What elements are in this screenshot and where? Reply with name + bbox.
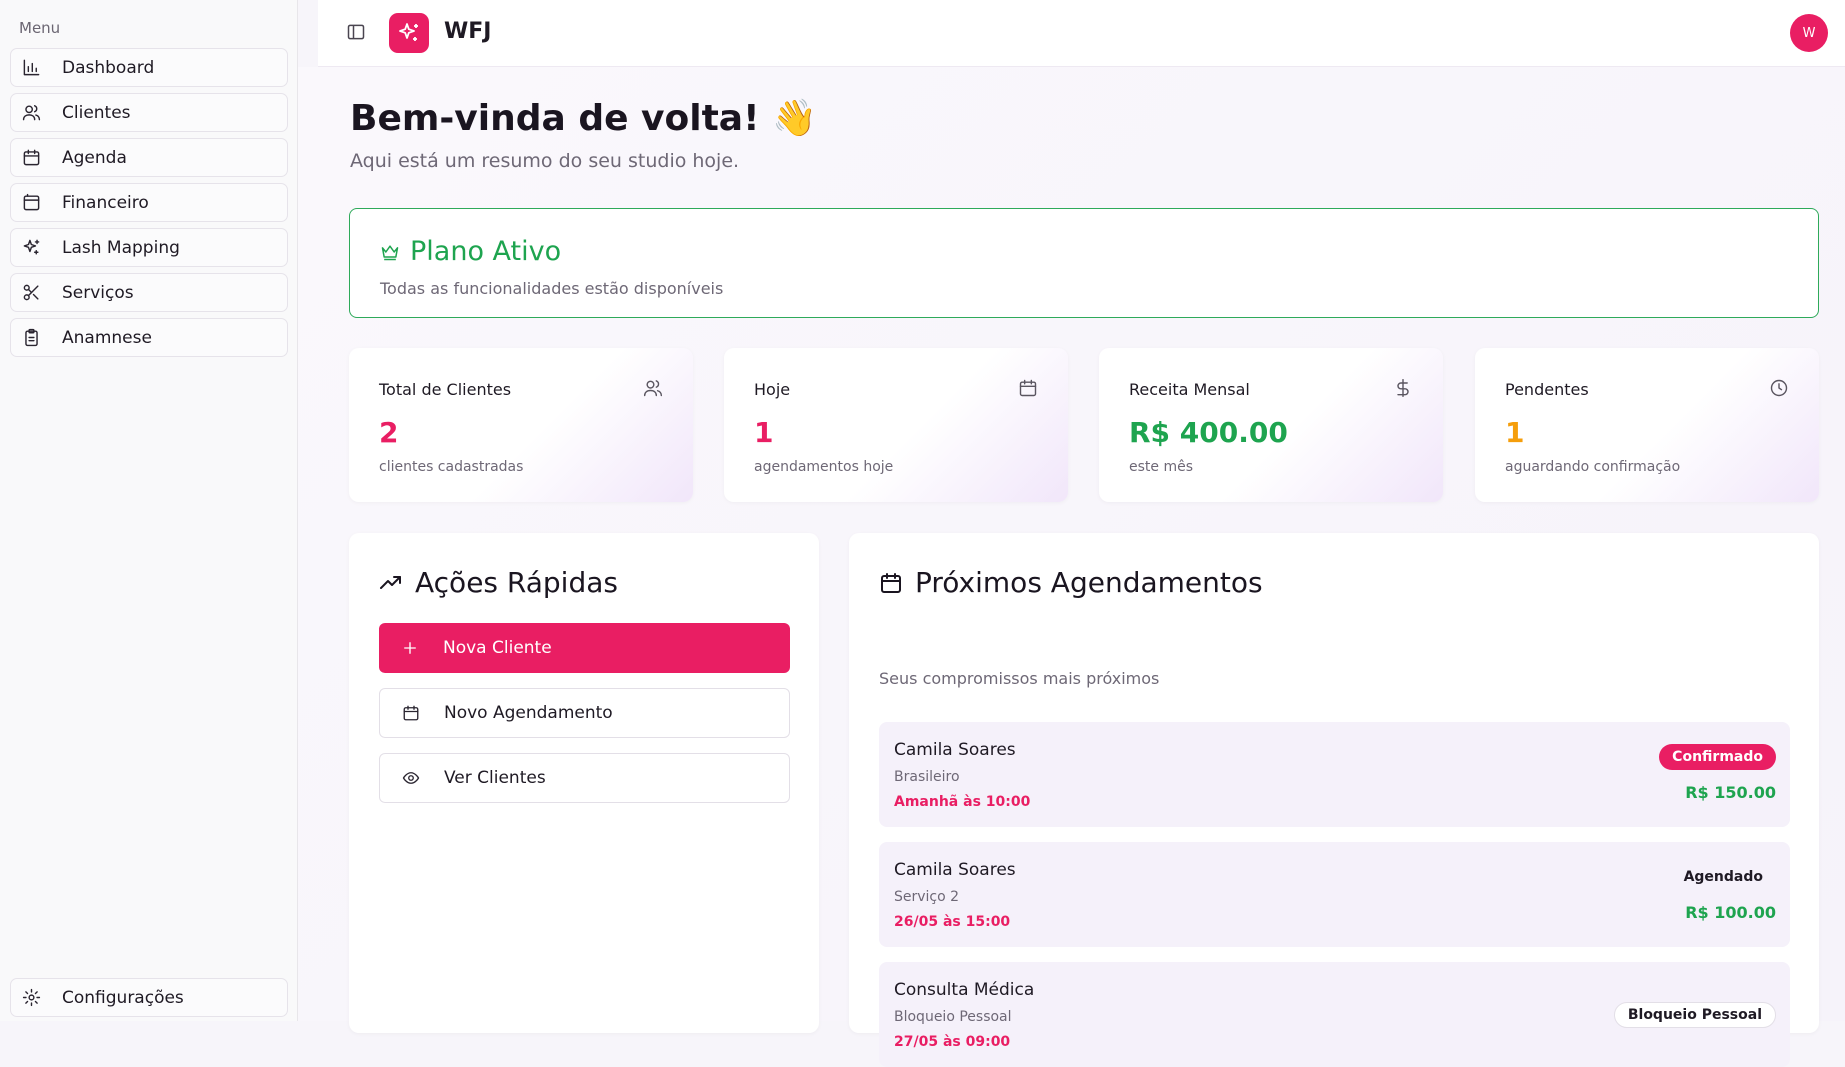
upcoming-appointments-card: Próximos Agendamentos Seus compromissos … bbox=[849, 533, 1819, 1067]
top-header: WFJ W bbox=[318, 0, 1845, 67]
appointment-price: R$ 150.00 bbox=[1685, 783, 1776, 802]
clipboard-icon bbox=[21, 328, 41, 348]
new-appointment-label: Novo Agendamento bbox=[444, 703, 613, 723]
sparkles-icon bbox=[21, 238, 41, 258]
stat-caption: agendamentos hoje bbox=[754, 459, 894, 475]
appointments-subtitle: Seus compromissos mais próximos bbox=[879, 669, 1160, 688]
calendar-icon bbox=[403, 705, 419, 721]
new-appointment-button[interactable]: Novo Agendamento bbox=[379, 688, 790, 738]
sidebar: Menu Dashboard Clientes Agenda Financeir… bbox=[0, 0, 298, 1021]
status-badge: Bloqueio Pessoal bbox=[1613, 1002, 1776, 1028]
sidebar-item-lash-mapping[interactable]: Lash Mapping bbox=[10, 228, 288, 267]
stat-label: Hoje bbox=[754, 380, 791, 399]
wallet-icon bbox=[21, 193, 41, 213]
calendar-icon bbox=[21, 148, 41, 168]
users-icon bbox=[21, 103, 41, 123]
view-clients-button[interactable]: Ver Clientes bbox=[379, 753, 790, 803]
plan-title-text: Plano Ativo bbox=[410, 236, 562, 267]
appointment-item[interactable]: Camila Soares Serviço 2 26/05 às 15:00 A… bbox=[879, 842, 1790, 947]
users-icon bbox=[643, 378, 665, 400]
sidebar-item-financeiro[interactable]: Financeiro bbox=[10, 183, 288, 222]
appointment-item[interactable]: Camila Soares Brasileiro Amanhã às 10:00… bbox=[879, 722, 1790, 827]
sidebar-item-clientes[interactable]: Clientes bbox=[10, 93, 288, 132]
sidebar-item-label: Clientes bbox=[62, 102, 131, 123]
stat-caption: aguardando confirmação bbox=[1505, 459, 1681, 475]
appointment-name: Consulta Médica bbox=[894, 980, 1035, 1000]
sidebar-item-agenda[interactable]: Agenda bbox=[10, 138, 288, 177]
appointment-time: 27/05 às 09:00 bbox=[894, 1034, 1011, 1050]
quick-actions-title-text: Ações Rápidas bbox=[415, 566, 618, 599]
status-badge: Agendado bbox=[1683, 869, 1763, 885]
bar-chart-icon bbox=[21, 58, 41, 78]
stat-value: R$ 400.00 bbox=[1129, 416, 1288, 449]
appointment-service: Brasileiro bbox=[894, 769, 960, 785]
sidebar-item-dashboard[interactable]: Dashboard bbox=[10, 48, 288, 87]
appointment-time: Amanhã às 10:00 bbox=[894, 794, 1031, 810]
appointment-time: 26/05 às 15:00 bbox=[894, 914, 1011, 930]
stat-card-receita: Receita Mensal R$ 400.00 este mês bbox=[1099, 348, 1443, 502]
sidebar-item-label: Financeiro bbox=[62, 192, 149, 213]
appointment-price: R$ 100.00 bbox=[1685, 903, 1776, 922]
appointment-service: Bloqueio Pessoal bbox=[894, 1009, 1012, 1025]
sidebar-item-label: Lash Mapping bbox=[62, 237, 180, 258]
stat-label: Receita Mensal bbox=[1129, 380, 1250, 399]
plus-icon bbox=[404, 642, 416, 654]
sidebar-item-label: Configurações bbox=[62, 987, 184, 1008]
eye-icon bbox=[402, 772, 420, 784]
avatar[interactable]: W bbox=[1790, 14, 1828, 52]
quick-actions-card: Ações Rápidas Nova Cliente Novo Agendame… bbox=[349, 533, 819, 1033]
stat-label: Total de Clientes bbox=[379, 380, 512, 399]
sidebar-item-label: Agenda bbox=[62, 147, 127, 168]
appointment-name: Camila Soares bbox=[894, 740, 1016, 760]
status-badge: Confirmado bbox=[1659, 744, 1776, 770]
stat-caption: clientes cadastradas bbox=[379, 459, 524, 475]
appointment-item[interactable]: Consulta Médica Bloqueio Pessoal 27/05 à… bbox=[879, 962, 1790, 1067]
sidebar-item-label: Dashboard bbox=[62, 57, 155, 78]
dollar-icon bbox=[1393, 378, 1415, 400]
new-client-label: Nova Cliente bbox=[443, 638, 552, 658]
sidebar-footer: Configurações bbox=[10, 978, 288, 1023]
trending-up-icon bbox=[380, 575, 401, 589]
scissors-icon bbox=[21, 283, 41, 303]
page-subtitle: Aqui está um resumo do seu studio hoje. bbox=[350, 150, 740, 172]
page-title: Bem-vinda de volta! 👋 bbox=[350, 98, 817, 139]
brand-name: WFJ bbox=[444, 19, 492, 44]
stat-card-pendentes: Pendentes 1 aguardando confirmação bbox=[1475, 348, 1819, 502]
stats-row: Total de Clientes 2 clientes cadastradas… bbox=[349, 348, 1819, 502]
appointment-service: Serviço 2 bbox=[894, 889, 960, 905]
gear-icon bbox=[21, 988, 41, 1008]
quick-actions-title: Ações Rápidas bbox=[379, 566, 618, 599]
appointments-title-text: Próximos Agendamentos bbox=[915, 566, 1263, 599]
stat-value: 2 bbox=[379, 416, 399, 449]
calendar-icon bbox=[1018, 378, 1040, 400]
calendar-icon bbox=[881, 572, 901, 593]
crown-icon bbox=[381, 244, 399, 260]
menu-label: Menu bbox=[19, 19, 61, 37]
sidebar-item-servicos[interactable]: Serviços bbox=[10, 273, 288, 312]
logo-sparkles-icon bbox=[389, 13, 429, 53]
new-client-button[interactable]: Nova Cliente bbox=[379, 623, 790, 673]
stat-card-hoje: Hoje 1 agendamentos hoje bbox=[724, 348, 1068, 502]
clock-icon bbox=[1769, 378, 1791, 400]
stat-caption: este mês bbox=[1129, 459, 1194, 475]
plan-title: Plano Ativo bbox=[380, 236, 561, 267]
view-clients-label: Ver Clientes bbox=[444, 768, 546, 788]
main-content: Bem-vinda de volta! 👋 Aqui está um resum… bbox=[298, 67, 1845, 1067]
appointments-title: Próximos Agendamentos bbox=[879, 566, 1263, 599]
stat-value: 1 bbox=[754, 416, 774, 449]
sidebar-item-configuracoes[interactable]: Configurações bbox=[10, 978, 288, 1017]
stat-card-clientes: Total de Clientes 2 clientes cadastradas bbox=[349, 348, 693, 502]
appointment-name: Camila Soares bbox=[894, 860, 1016, 880]
sidebar-item-label: Serviços bbox=[62, 282, 134, 303]
plan-subtitle: Todas as funcionalidades estão disponíve… bbox=[380, 279, 724, 298]
stat-label: Pendentes bbox=[1505, 380, 1589, 399]
stat-value: 1 bbox=[1505, 416, 1525, 449]
sidebar-toggle-icon[interactable] bbox=[346, 22, 368, 44]
sidebar-item-anamnese[interactable]: Anamnese bbox=[10, 318, 288, 357]
sidebar-nav: Dashboard Clientes Agenda Financeiro Las… bbox=[10, 48, 288, 363]
sidebar-item-label: Anamnese bbox=[62, 327, 152, 348]
plan-card: Plano Ativo Todas as funcionalidades est… bbox=[349, 208, 1819, 318]
